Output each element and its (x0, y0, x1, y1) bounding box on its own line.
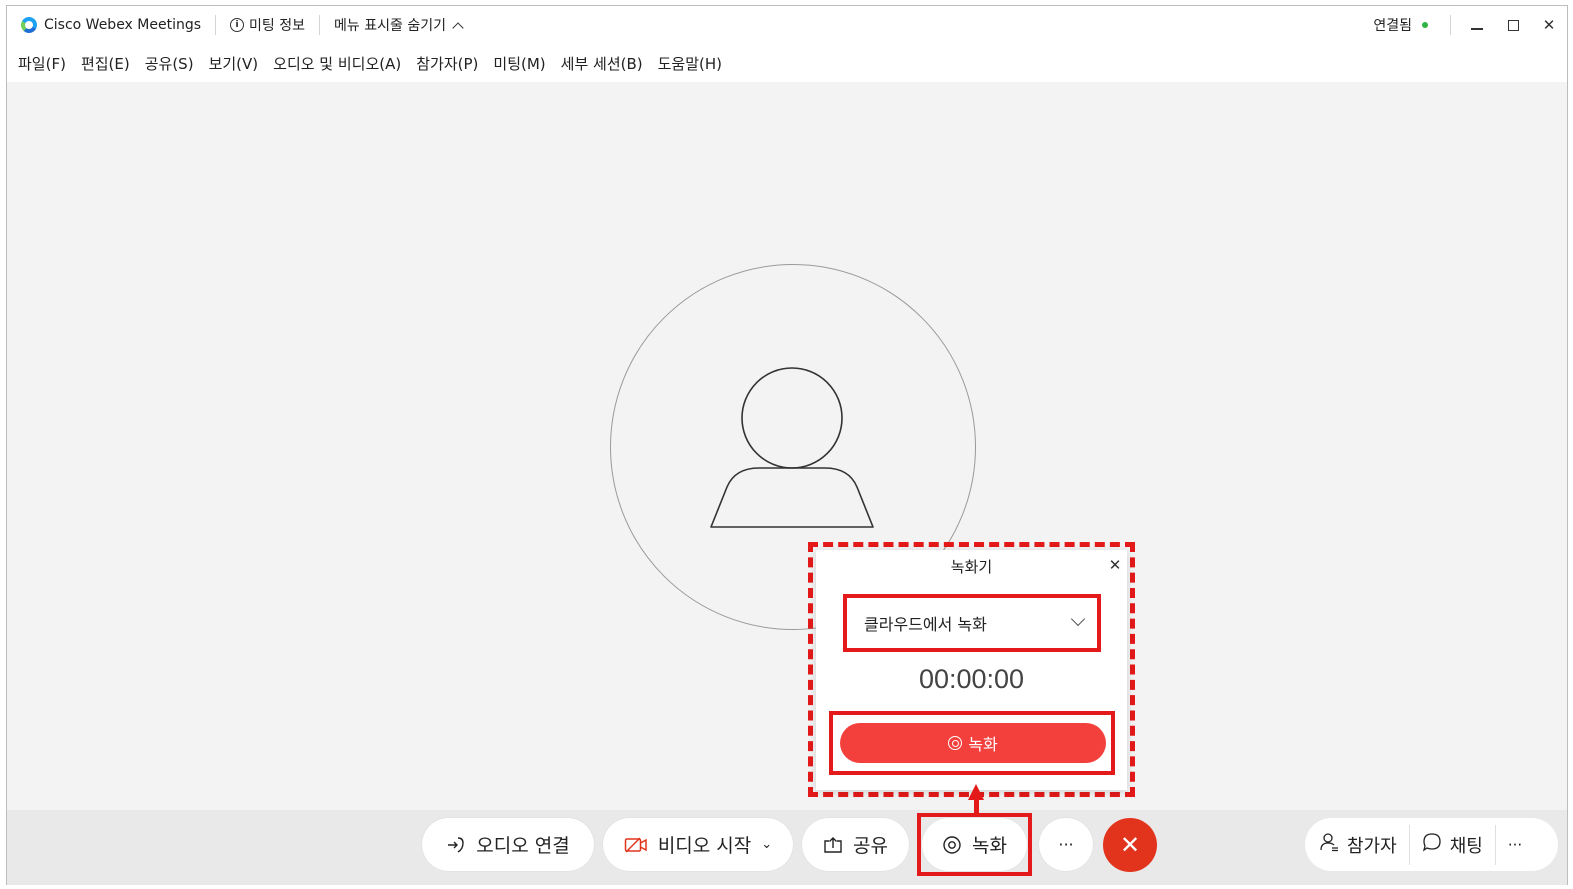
participants-button[interactable]: 참가자 (1305, 818, 1409, 871)
record-mode-select[interactable]: 클라우드에서 녹화 (849, 600, 1095, 646)
recorder-close-button[interactable]: ✕ (1107, 557, 1123, 573)
start-video-button[interactable]: 비디오 시작 ⌄ (603, 818, 793, 871)
share-button[interactable]: 공유 (802, 818, 909, 871)
start-video-label: 비디오 시작 (657, 835, 752, 857)
participants-label: 참가자 (1347, 835, 1397, 857)
audio-connect-icon (446, 835, 466, 855)
record-icon (948, 736, 963, 750)
more-icon: ··· (1058, 835, 1074, 854)
chevron-down-icon (1070, 611, 1086, 627)
recorder-title: 녹화기 (950, 558, 993, 576)
menu-file[interactable]: 파일(F) (18, 53, 66, 74)
hide-menu-button[interactable]: 메뉴 표시줄 숨기기 (334, 15, 464, 35)
title-separator (1450, 15, 1451, 35)
video-off-icon (624, 836, 648, 854)
menu-help[interactable]: 도움말(H) (658, 53, 722, 74)
title-separator (215, 15, 217, 35)
menu-share[interactable]: 공유(S) (145, 53, 194, 74)
connection-status: 연결됨 (1373, 15, 1428, 35)
chevron-up-icon (452, 21, 464, 34)
share-icon (823, 836, 843, 854)
record-timer: 00:00:00 (918, 664, 1025, 694)
app-title: Cisco Webex Meetings (44, 17, 202, 33)
close-icon: ✕ (1119, 831, 1141, 859)
maximize-icon (1507, 19, 1519, 31)
menu-breakout[interactable]: 세부 세션(B) (561, 53, 643, 74)
menu-edit[interactable]: 편집(E) (81, 53, 130, 74)
minimize-button[interactable] (1459, 6, 1495, 44)
meeting-info-label: 미팅 정보 (249, 18, 306, 34)
video-stage (7, 82, 1567, 810)
info-icon: i (230, 18, 245, 32)
share-label: 공유 (853, 835, 888, 857)
status-dot-icon (1422, 22, 1428, 28)
end-meeting-button[interactable]: ✕ (1103, 818, 1157, 872)
connect-audio-label: 오디오 연결 (476, 835, 570, 857)
start-recording-button[interactable]: 녹화 (840, 723, 1106, 763)
webex-logo-icon (21, 17, 37, 33)
participants-icon (1319, 832, 1339, 857)
webex-window: Cisco Webex Meetings i 미팅 정보 메뉴 표시줄 숨기기 … (6, 5, 1568, 885)
connection-status-label: 연결됨 (1373, 18, 1412, 34)
chat-icon (1422, 832, 1442, 857)
more-options-button[interactable]: ··· (1039, 818, 1093, 871)
callout-arrow-icon (968, 784, 984, 800)
title-separator (319, 15, 321, 35)
menu-meeting[interactable]: 미팅(M) (493, 53, 545, 74)
video-options-chevron-icon[interactable]: ⌄ (761, 837, 772, 852)
chat-label: 채팅 (1449, 835, 1483, 857)
title-bar-right: 연결됨 ✕ (1373, 6, 1567, 44)
title-bar: Cisco Webex Meetings i 미팅 정보 메뉴 표시줄 숨기기 … (7, 6, 1567, 44)
close-window-button[interactable]: ✕ (1531, 6, 1567, 44)
menu-view[interactable]: 보기(V) (209, 53, 259, 74)
more-panels-button[interactable]: ··· (1496, 818, 1534, 871)
minimize-icon (1471, 28, 1483, 30)
record-pill-highlight (917, 813, 1032, 876)
chat-button[interactable]: 채팅 (1410, 818, 1495, 871)
maximize-button[interactable] (1495, 6, 1531, 44)
menu-audio-video[interactable]: 오디오 및 비디오(A) (273, 53, 401, 74)
connect-audio-button[interactable]: 오디오 연결 (422, 818, 594, 871)
menu-bar: 파일(F) 편집(E) 공유(S) 보기(V) 오디오 및 비디오(A) 참가자… (7, 44, 1567, 82)
hide-menu-label: 메뉴 표시줄 숨기기 (334, 18, 446, 34)
panel-buttons: 참가자 채팅 ··· (1305, 818, 1558, 871)
close-icon: ✕ (1542, 16, 1556, 34)
more-panels-icon: ··· (1507, 835, 1523, 854)
meeting-info-button[interactable]: i 미팅 정보 (230, 15, 305, 35)
record-mode-value: 클라우드에서 녹화 (864, 615, 987, 634)
menu-participants[interactable]: 참가자(P) (416, 53, 478, 74)
start-recording-label: 녹화 (968, 735, 998, 754)
